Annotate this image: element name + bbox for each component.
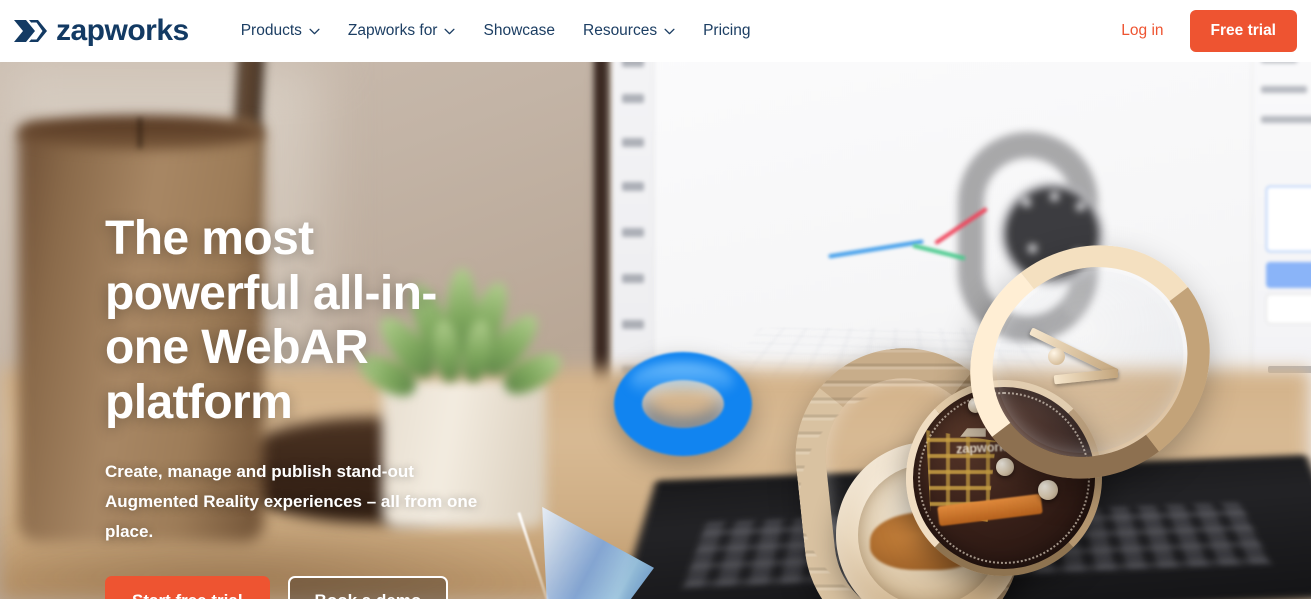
hero-section: zapworks The most powerful all-in-one We…	[0, 62, 1311, 599]
zapworks-chevron-logo-icon	[14, 20, 47, 42]
nav-item-showcase[interactable]: Showcase	[469, 14, 569, 48]
hero-title: The most powerful all-in-one WebAR platf…	[105, 212, 437, 430]
start-free-trial-button[interactable]: Start free trial	[105, 575, 270, 599]
zapworks-logo[interactable]: zapworks	[12, 16, 189, 46]
zapworks-wordmark: zapworks	[56, 14, 189, 47]
editor-panel-field	[1266, 294, 1311, 324]
login-link[interactable]: Log in	[1117, 16, 1167, 46]
nav-label-pricing: Pricing	[703, 22, 751, 39]
free-trial-button[interactable]: Free trial	[1189, 10, 1297, 52]
chevron-down-icon	[309, 28, 320, 34]
nav-item-pricing[interactable]: Pricing	[689, 14, 764, 48]
nav-label-zapworks-for: Zapworks for	[347, 22, 438, 39]
header-actions: Log in Free trial	[1117, 10, 1297, 52]
editor-panel-card	[1266, 186, 1311, 252]
hero-cta-group: Start free trial Book a demo	[105, 575, 565, 599]
editor-panel-primary-button	[1266, 262, 1311, 288]
zapworks-homepage: zapworks Products Zapworks for Showcase …	[0, 0, 1311, 599]
nav-item-products[interactable]: Products	[227, 14, 334, 48]
book-a-demo-button[interactable]: Book a demo	[287, 575, 449, 599]
nav-label-showcase: Showcase	[483, 22, 555, 39]
nav-label-products: Products	[240, 22, 302, 39]
ar-torus-highlight	[630, 362, 734, 402]
nav-label-resources: Resources	[583, 22, 658, 39]
chevron-down-icon	[664, 28, 675, 34]
nav-item-zapworks-for[interactable]: Zapworks for	[334, 14, 470, 48]
hero-content: The most powerful all-in-one WebAR platf…	[105, 212, 565, 599]
nav-item-resources[interactable]: Resources	[569, 14, 689, 48]
site-header: zapworks Products Zapworks for Showcase …	[0, 0, 1311, 62]
chevron-down-icon	[444, 28, 456, 34]
ar-exploded-gold-watch: zapworks	[780, 235, 1240, 599]
hero-subtitle: Create, manage and publish stand-out Aug…	[105, 461, 478, 542]
tumbler-lid-seam	[138, 118, 142, 148]
watch-hand-pin	[1048, 348, 1065, 365]
main-navigation: Products Zapworks for Showcase Resources…	[227, 14, 765, 48]
